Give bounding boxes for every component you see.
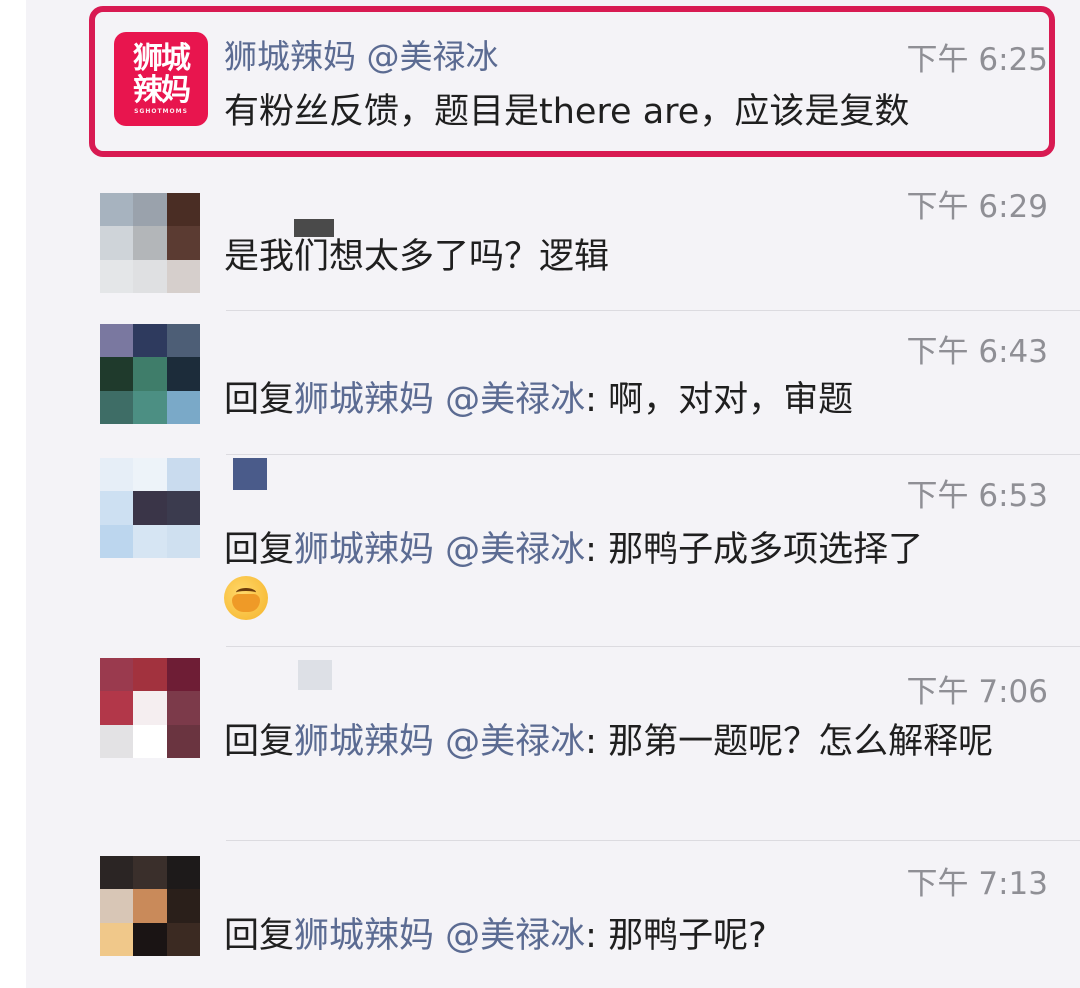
- reply-mention[interactable]: 狮城辣妈 @美禄冰: [294, 916, 585, 956]
- reply-body: : 啊，对对，审题: [585, 380, 854, 420]
- avatar[interactable]: 狮城 辣妈 SGHOTMOMS: [114, 32, 208, 126]
- avatar[interactable]: [100, 856, 200, 956]
- reply-prefix: 回复: [224, 380, 295, 420]
- reply-mention[interactable]: 狮城辣妈 @美禄冰: [294, 380, 585, 420]
- comment-item[interactable]: 下午 7:13 回复狮城辣妈 @美禄冰: 那鸭子呢?: [26, 842, 1080, 988]
- avatar[interactable]: [100, 324, 200, 424]
- face-palm-emoji: [224, 576, 268, 620]
- reply-prefix: 回复: [224, 530, 295, 570]
- reply-body: : 那鸭子成多项选择了: [585, 530, 924, 570]
- divider: [226, 840, 1080, 841]
- comment-item[interactable]: 下午 6:43 回复狮城辣妈 @美禄冰: 啊，对对，审题: [26, 312, 1080, 452]
- timestamp: 下午 6:29: [906, 189, 1048, 225]
- comment-text: 回复狮城辣妈 @美禄冰: 那第一题呢？怎么解释呢: [224, 718, 1056, 766]
- timestamp: 下午 7:06: [906, 674, 1048, 710]
- timestamp: 下午 6:53: [906, 478, 1048, 514]
- comment-item[interactable]: 下午 6:29 是我们想太多了吗？逻辑: [26, 175, 1080, 310]
- redacted-name: [298, 660, 332, 690]
- timestamp: 下午 6:25: [906, 42, 1048, 78]
- comment-text: 有粉丝反馈，题目是there are，应该是复数: [224, 92, 910, 132]
- avatar[interactable]: [100, 658, 200, 758]
- divider: [226, 646, 1080, 647]
- avatar[interactable]: [100, 458, 200, 558]
- comment-item[interactable]: 下午 7:06 回复狮城辣妈 @美禄冰: 那第一题呢？怎么解释呢: [26, 648, 1080, 840]
- timestamp: 下午 7:13: [906, 866, 1048, 902]
- reply-body: : 那鸭子呢?: [585, 916, 767, 956]
- divider: [226, 454, 1080, 455]
- comment-item[interactable]: 狮城 辣妈 SGHOTMOMS 狮城辣妈 @美禄冰 下午 6:25 有粉丝反馈，…: [26, 0, 1080, 160]
- reply-prefix: 回复: [224, 916, 295, 956]
- redacted-name: [233, 458, 267, 490]
- sender-name[interactable]: 狮城辣妈 @美禄冰: [224, 30, 499, 78]
- divider: [226, 310, 1080, 311]
- avatar[interactable]: [100, 193, 200, 293]
- reply-prefix: 回复: [224, 722, 295, 762]
- comment-text: 回复狮城辣妈 @美禄冰: 那鸭子呢?: [224, 912, 1056, 960]
- comment-text: 回复狮城辣妈 @美禄冰: 那鸭子成多项选择了: [224, 526, 1056, 574]
- reply-mention[interactable]: 狮城辣妈 @美禄冰: [294, 722, 585, 762]
- reply-body: : 那第一题呢？怎么解释呢: [585, 722, 994, 762]
- comment-text: 是我们想太多了吗？逻辑: [224, 237, 610, 277]
- comment-text: 回复狮城辣妈 @美禄冰: 啊，对对，审题: [224, 376, 1056, 424]
- reply-mention[interactable]: 狮城辣妈 @美禄冰: [294, 530, 585, 570]
- timestamp: 下午 6:43: [906, 334, 1048, 370]
- comment-list: 狮城 辣妈 SGHOTMOMS 狮城辣妈 @美禄冰 下午 6:25 有粉丝反馈，…: [26, 0, 1080, 988]
- comment-item[interactable]: 下午 6:53 回复狮城辣妈 @美禄冰: 那鸭子成多项选择了: [26, 456, 1080, 646]
